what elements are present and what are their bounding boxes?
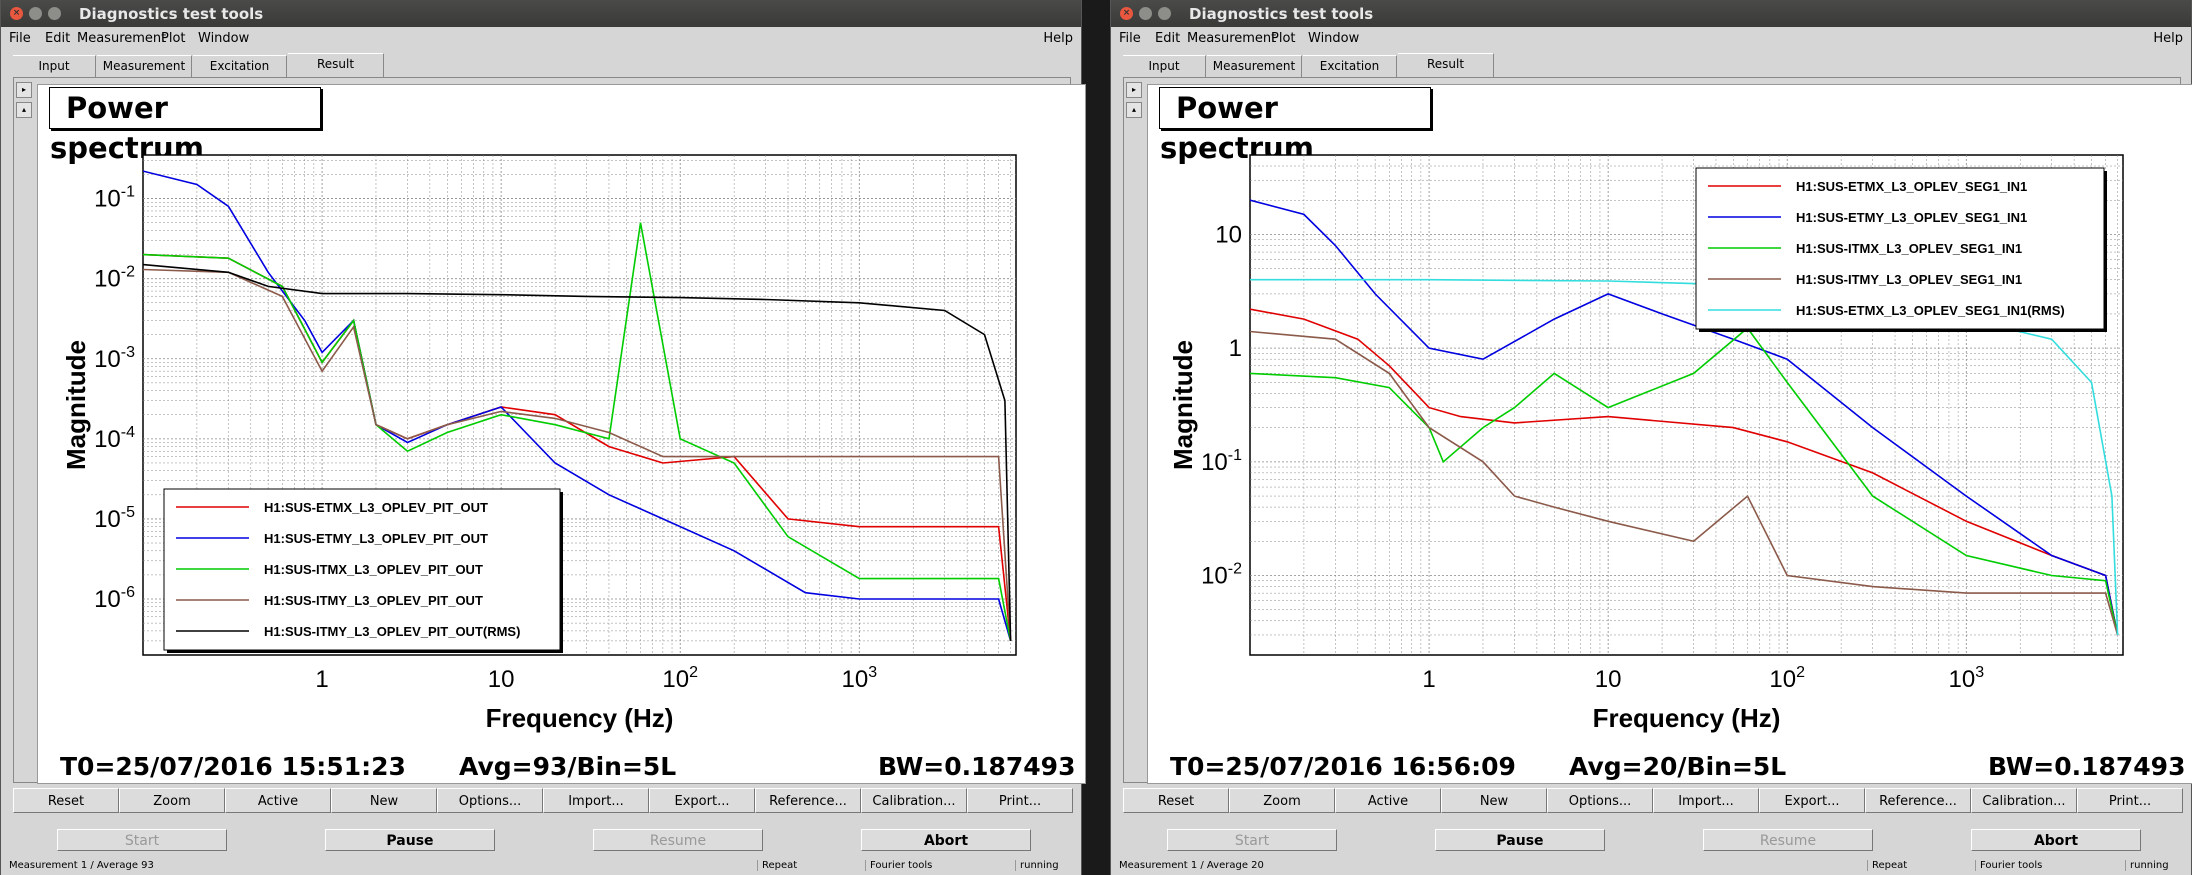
- x-tick-label: 1: [1422, 666, 1435, 693]
- y-axis-label: Magnitude: [61, 340, 91, 470]
- diagnostics-window-left: × Diagnostics test tools File Edit Measureme…: [0, 0, 1086, 875]
- x-tick-label: 103: [841, 664, 877, 693]
- legend-entry: H1:SUS-ITMY_L3_OPLEV_SEG1_IN1: [1796, 272, 2022, 287]
- legend: H1:SUS-ETMX_L3_OPLEV_SEG1_IN1 H1:SUS-ETMY…: [1695, 167, 2107, 332]
- x-tick-label: 102: [1769, 664, 1805, 693]
- y-tick-label: 10-1: [94, 184, 135, 213]
- y-tick-label: 10-2: [1201, 561, 1242, 590]
- y-tick-label: 10: [1215, 221, 1242, 248]
- legend-entry: H1:SUS-ETMX_L3_OPLEV_SEG1_IN1(RMS): [1796, 303, 2065, 318]
- legend-entry: H1:SUS-ETMX_L3_OPLEV_PIT_OUT: [264, 500, 488, 515]
- legend-entry: H1:SUS-ITMX_L3_OPLEV_PIT_OUT: [264, 562, 483, 577]
- y-tick-label: 1: [1229, 335, 1242, 362]
- x-axis-label: Frequency (Hz): [1593, 703, 1781, 733]
- power-spectrum-chart[interactable]: 1 10 102 103 10-6 10-5 10-4 10-3 10-2 10-1 Frequen…: [1, 0, 1083, 875]
- legend-entry: H1:SUS-ETMX_L3_OPLEV_SEG1_IN1: [1796, 179, 2027, 194]
- y-tick-label: 10-1: [1201, 447, 1242, 476]
- y-axis-label: Magnitude: [1168, 340, 1198, 470]
- x-tick-label: 1: [315, 666, 328, 693]
- legend-entry: H1:SUS-ITMY_L3_OPLEV_PIT_OUT(RMS): [264, 624, 520, 639]
- legend-entry: H1:SUS-ETMY_L3_OPLEV_PIT_OUT: [264, 531, 488, 546]
- legend-entry: H1:SUS-ETMY_L3_OPLEV_SEG1_IN1: [1796, 210, 2027, 225]
- y-tick-label: 10-5: [94, 504, 135, 533]
- x-tick-label: 102: [662, 664, 698, 693]
- y-tick-label: 10-4: [94, 424, 135, 453]
- x-tick-label: 10: [488, 666, 515, 693]
- legend: H1:SUS-ETMX_L3_OPLEV_PIT_OUT H1:SUS-ETMY_…: [163, 488, 563, 653]
- diagnostics-window-right: × Diagnostics test tools File Edit Measureme…: [1110, 0, 2192, 875]
- y-tick-label: 10-6: [94, 584, 135, 613]
- legend-entry: H1:SUS-ITMY_L3_OPLEV_PIT_OUT: [264, 593, 483, 608]
- y-tick-label: 10-3: [94, 344, 135, 373]
- y-tick-label: 10-2: [94, 264, 135, 293]
- x-tick-label: 10: [1595, 666, 1622, 693]
- x-tick-label: 103: [1948, 664, 1984, 693]
- legend-entry: H1:SUS-ITMX_L3_OPLEV_SEG1_IN1: [1796, 241, 2022, 256]
- x-axis-label: Frequency (Hz): [486, 703, 674, 733]
- power-spectrum-chart[interactable]: 1 10 102 103 10-2 10-1 1 10 Frequency (Hz) Magnit…: [1111, 0, 2192, 875]
